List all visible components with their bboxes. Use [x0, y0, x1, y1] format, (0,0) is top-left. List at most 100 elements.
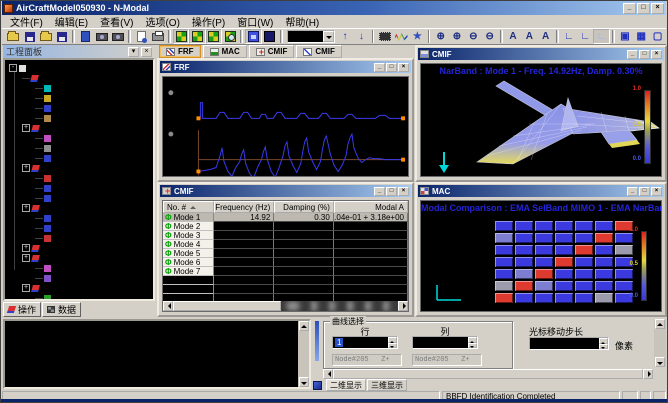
mac-cell[interactable] — [515, 221, 533, 231]
axes-log-icon[interactable]: ∟ — [577, 29, 593, 44]
tree-node[interactable] — [22, 73, 153, 83]
mac-cell[interactable] — [555, 233, 573, 243]
maximize-button[interactable]: □ — [639, 187, 650, 196]
maximize-button[interactable]: □ — [386, 63, 397, 72]
tree-node[interactable]: + — [22, 253, 153, 263]
close-button[interactable]: × — [398, 63, 409, 72]
mac-cell[interactable] — [495, 245, 513, 255]
save-project-icon[interactable] — [54, 29, 70, 44]
mac-cell[interactable] — [535, 257, 553, 267]
panel-grip[interactable] — [315, 321, 319, 361]
console-scroll-down-icon[interactable] — [299, 377, 309, 387]
tree-expand-icon[interactable]: + — [22, 124, 30, 132]
mac-cell[interactable] — [575, 269, 593, 279]
mac-cell[interactable] — [535, 245, 553, 255]
cursor-right-mag[interactable] — [401, 158, 405, 162]
project-tree[interactable]: -++++++ — [3, 58, 155, 301]
tree-node[interactable]: + — [22, 123, 153, 133]
mdi-tab-cmif[interactable]: CMIF — [249, 45, 295, 58]
window-single-icon[interactable] — [245, 29, 261, 44]
minimize-button[interactable]: _ — [374, 187, 385, 196]
layout-quad-icon[interactable] — [173, 29, 189, 44]
mode-shape-view[interactable]: NarBand : Mode 1 - Freq. 14.92Hz, Damp. … — [420, 63, 662, 177]
mac-titlebar[interactable]: MAC _□× — [418, 185, 664, 197]
tree-node[interactable] — [35, 213, 153, 223]
mode-shape-titlebar[interactable]: CMIF _□× — [418, 48, 664, 60]
mac-cell[interactable] — [595, 221, 613, 231]
axes-db-icon[interactable]: ∟ — [593, 29, 609, 44]
mac-cell[interactable] — [615, 245, 633, 255]
column-header[interactable]: Modal A — [334, 201, 408, 213]
tree-node[interactable] — [35, 273, 153, 283]
table-row[interactable]: Mode 5 — [163, 249, 408, 258]
menu-item[interactable]: 编辑(E) — [49, 14, 94, 29]
mac-cell[interactable] — [615, 281, 633, 291]
console-output[interactable] — [3, 319, 311, 389]
mac-cell[interactable] — [595, 245, 613, 255]
mac-cell[interactable] — [555, 269, 573, 279]
frf-window-titlebar[interactable]: FRF _□× — [160, 61, 411, 73]
mac-cell[interactable] — [495, 257, 513, 267]
mac-cell[interactable] — [555, 245, 573, 255]
step-spin-down-icon[interactable] — [599, 344, 608, 350]
menu-item[interactable]: 查看(V) — [94, 14, 139, 29]
mac-cell[interactable] — [535, 233, 553, 243]
mac-cell[interactable] — [595, 293, 613, 303]
project-panel-header[interactable]: 工程面板 ▾× — [3, 45, 155, 58]
panel-tab-data[interactable]: 数据 — [42, 302, 81, 317]
mac-cell[interactable] — [575, 257, 593, 267]
open-icon[interactable] — [5, 29, 21, 44]
animation-icon[interactable] — [376, 29, 392, 44]
col-spinner[interactable] — [412, 336, 478, 349]
zoom-in-icon[interactable]: ⊕ — [432, 29, 448, 44]
title-bar[interactable]: AirCraftModel050930 - N-Modal _□× — [2, 1, 666, 15]
close-button[interactable]: × — [651, 187, 662, 196]
tree-node[interactable]: + — [22, 283, 153, 293]
panel-tab-operate[interactable]: 操作 — [3, 302, 41, 317]
mac-cell[interactable] — [555, 281, 573, 291]
tree-expand-icon[interactable]: + — [22, 284, 30, 292]
panel-vscrollbar[interactable] — [654, 319, 666, 367]
mac-cell[interactable] — [555, 257, 573, 267]
tree-node[interactable]: + — [22, 203, 153, 213]
mac-cell[interactable] — [515, 233, 533, 243]
combo-dropdown-icon[interactable] — [323, 31, 334, 42]
mac-cell[interactable] — [575, 221, 593, 231]
layout-preview-icon[interactable] — [222, 29, 238, 44]
mac-cell[interactable] — [615, 233, 633, 243]
panel-scroll-up-icon[interactable] — [655, 319, 665, 329]
mac-cell[interactable] — [595, 257, 613, 267]
autoscale-icon[interactable]: A — [505, 29, 521, 44]
mac-cell[interactable] — [595, 233, 613, 243]
console-scroll-up-icon[interactable] — [299, 321, 309, 331]
cursor-step-spinner[interactable] — [529, 337, 609, 350]
close-button[interactable]: × — [141, 47, 152, 57]
magnitude-trace[interactable] — [198, 134, 403, 177]
zoom-reset-icon[interactable]: ⊖ — [482, 29, 498, 44]
maximize-button[interactable]: □ — [637, 3, 650, 14]
table-row[interactable]: Mode 4 — [163, 240, 408, 249]
print-icon[interactable] — [150, 29, 166, 44]
mac-cell[interactable] — [515, 257, 533, 267]
mac-cell[interactable] — [495, 281, 513, 291]
axes-icon[interactable]: ∟ — [561, 29, 577, 44]
copy-icon[interactable] — [77, 29, 93, 44]
mac-cell[interactable] — [575, 281, 593, 291]
tree-node[interactable]: + — [22, 243, 153, 253]
panel-scroll-down-icon[interactable] — [655, 357, 665, 367]
mac-cell[interactable] — [555, 221, 573, 231]
mac-cell[interactable] — [515, 281, 533, 291]
snapshot-icon[interactable] — [110, 29, 126, 44]
row-spin-down-icon[interactable] — [388, 343, 397, 349]
table-row[interactable]: Mode 3 — [163, 231, 408, 240]
maximize-button[interactable]: □ — [639, 50, 650, 59]
menu-item[interactable]: 文件(F) — [4, 14, 49, 29]
table-row[interactable]: Mode 2 — [163, 222, 408, 231]
mac-cell[interactable] — [535, 269, 553, 279]
mac-cell[interactable] — [535, 221, 553, 231]
tree-node[interactable] — [35, 223, 153, 233]
tree-node[interactable] — [35, 83, 153, 93]
tree-node[interactable] — [35, 113, 153, 123]
close-button[interactable]: × — [651, 3, 664, 14]
minimize-button[interactable]: _ — [623, 3, 636, 14]
